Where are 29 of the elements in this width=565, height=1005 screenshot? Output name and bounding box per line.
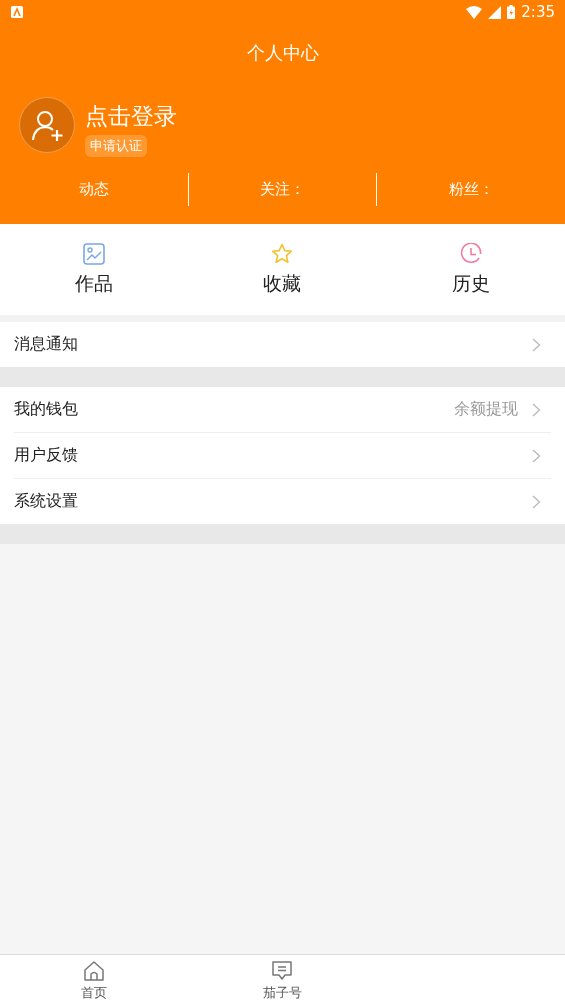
avatar[interactable] — [19, 97, 75, 153]
menu-value: 余额提现 — [454, 399, 518, 420]
home-icon — [83, 960, 106, 982]
add-user-icon — [30, 108, 64, 142]
shortcut-label: 作品 — [75, 271, 114, 295]
menu-item[interactable]: 我的钱包 余额提现 — [14, 387, 551, 432]
notification-icon — [11, 6, 23, 18]
menu-item[interactable]: 系统设置 — [14, 478, 551, 524]
shortcut-button[interactable]: 历史 — [376, 224, 565, 315]
battery-icon — [507, 5, 516, 19]
nav-tab[interactable]: 首页 — [0, 955, 189, 1005]
shortcut-button[interactable]: 作品 — [0, 224, 189, 315]
shortcut-button[interactable]: 收藏 — [188, 224, 377, 315]
shortcut-label: 历史 — [451, 271, 490, 295]
menu-item[interactable]: 用户反馈 — [14, 432, 551, 478]
clock-icon — [459, 243, 482, 265]
message-icon — [271, 960, 294, 982]
chevron-right-icon — [532, 337, 541, 352]
chevron-right-icon — [532, 448, 541, 463]
picture-icon — [83, 243, 106, 265]
nav-tab[interactable]: 茄子号 — [188, 955, 377, 1005]
signal-icon — [488, 5, 502, 19]
shortcut-label: 收藏 — [263, 271, 302, 295]
wifi-icon — [466, 5, 483, 19]
chevron-right-icon — [532, 494, 541, 509]
star-icon — [271, 243, 294, 265]
chevron-right-icon — [532, 402, 541, 417]
status-time: 2:35 — [521, 3, 555, 21]
page-title: 个人中心 — [246, 41, 319, 65]
